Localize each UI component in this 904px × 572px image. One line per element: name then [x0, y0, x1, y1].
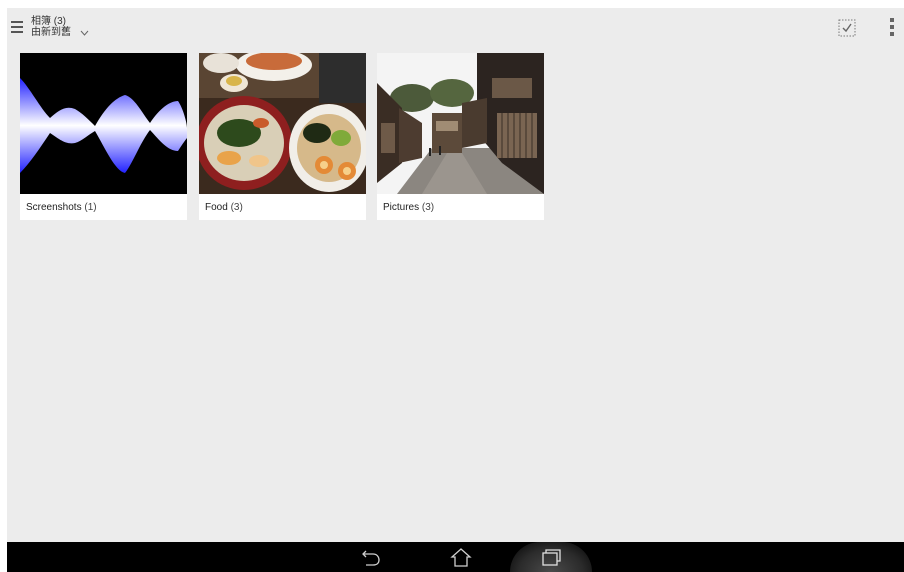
album-sort-dropdown[interactable]: 相簿 (3) 由新到舊 [31, 16, 71, 38]
home-icon[interactable] [450, 547, 472, 567]
album-count: (3) [421, 202, 435, 213]
back-icon[interactable] [360, 547, 382, 567]
album-name: Screenshots [26, 202, 82, 213]
album-name: Pictures [383, 202, 420, 213]
system-navigation-bar [7, 542, 904, 572]
food-thumbnail [199, 53, 366, 194]
page-title: 相簿 (3) [31, 16, 66, 27]
recent-apps-icon[interactable] [540, 547, 562, 567]
street-thumbnail [377, 53, 544, 194]
sort-label: 由新到舊 [31, 27, 71, 38]
hamburger-menu-icon[interactable] [11, 21, 23, 35]
album-caption: Pictures (3) [383, 202, 434, 213]
album-name: Food [205, 202, 228, 213]
chevron-down-icon[interactable] [80, 30, 89, 36]
album-caption: Food (3) [205, 202, 243, 213]
album-screenshots[interactable]: Screenshots (1) [20, 53, 187, 220]
overflow-menu-icon[interactable] [888, 18, 896, 40]
album-food[interactable]: Food (3) [199, 53, 366, 220]
waveform-thumbnail [20, 53, 187, 194]
gallery-screen: 相簿 (3) 由新到舊 Screenshots (1) Food (3) Pic… [7, 8, 904, 572]
album-count: (1) [84, 202, 97, 213]
select-all-icon[interactable] [838, 19, 856, 37]
action-bar: 相簿 (3) 由新到舊 [7, 8, 904, 48]
album-caption: Screenshots (1) [26, 202, 97, 213]
album-count: (3) [230, 202, 243, 213]
album-pictures[interactable]: Pictures (3) [377, 53, 544, 220]
